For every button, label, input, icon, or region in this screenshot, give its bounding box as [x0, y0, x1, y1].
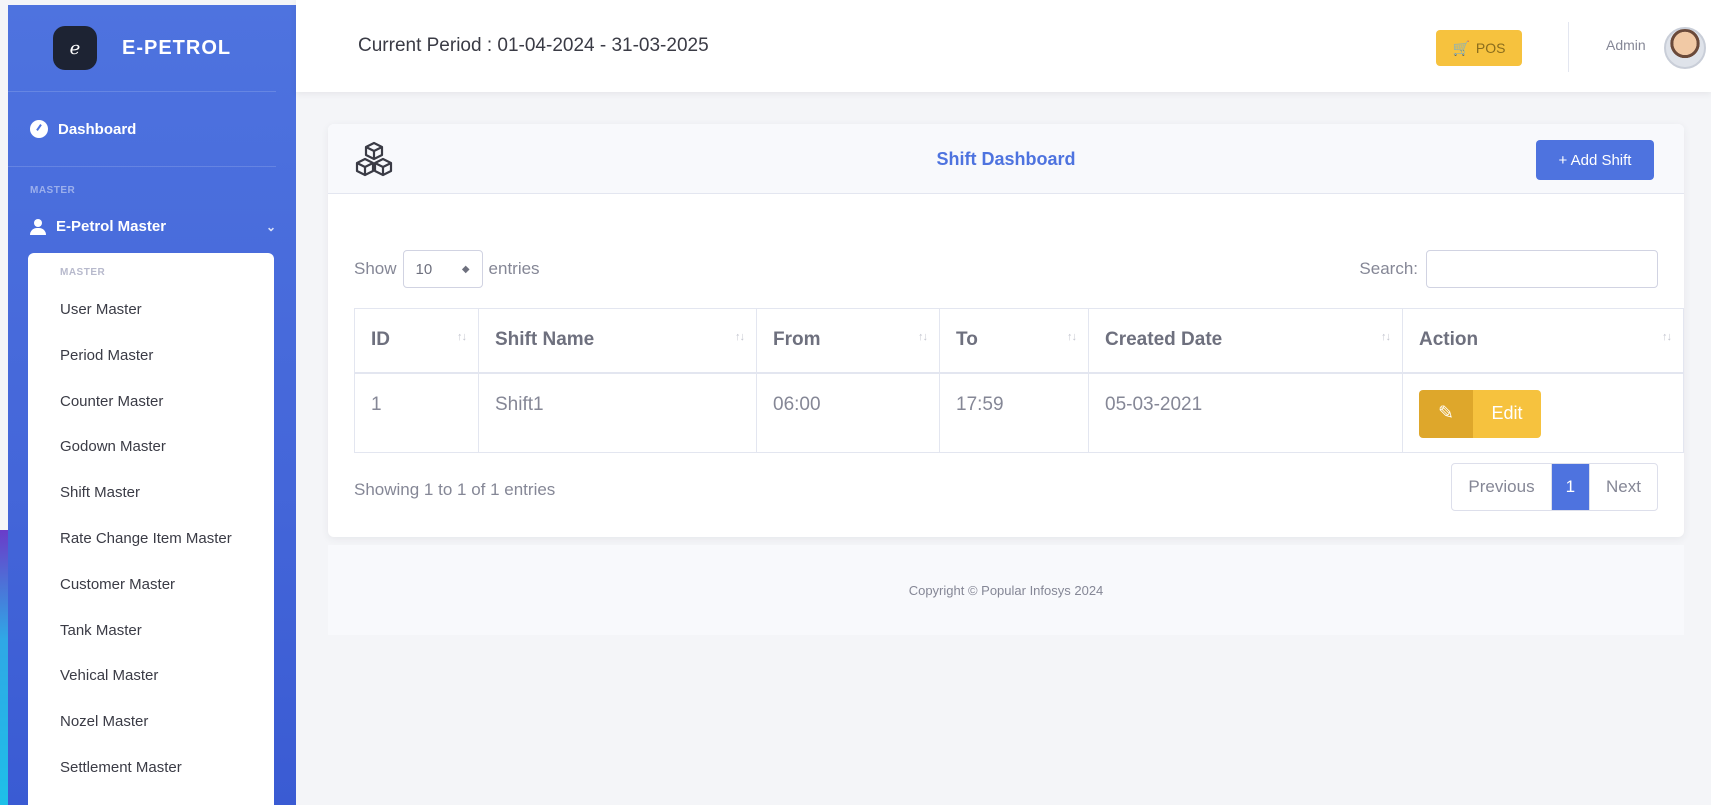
column-header-to[interactable]: To ↑↓	[939, 308, 1089, 374]
search-label: Search:	[1359, 259, 1418, 278]
submenu-item-nozel-master[interactable]: Nozel Master	[28, 699, 274, 745]
search-group: Search:	[1359, 250, 1658, 288]
sort-icon: ↑↓	[1067, 331, 1077, 343]
sidebar-item-dashboard[interactable]: Dashboard	[8, 92, 276, 167]
brand-name: E-PETROL	[122, 36, 232, 59]
show-label: Show	[354, 259, 397, 278]
table-controls: Show 10 ◆ entries Search:	[354, 250, 1658, 288]
entries-length-select[interactable]: 10 ◆	[402, 250, 483, 288]
brand[interactable]: e E-PETROL	[8, 5, 276, 92]
submenu-item-shift-master[interactable]: Shift Master	[28, 470, 274, 516]
brand-logo-icon: e	[53, 26, 97, 70]
edit-icon: ✎	[1419, 389, 1473, 438]
pos-button-label: POS	[1475, 40, 1506, 56]
select-arrows-icon: ◆	[461, 263, 470, 275]
edit-button-label: Edit	[1473, 389, 1541, 438]
user-name[interactable]: Admin	[1606, 37, 1646, 53]
sort-icon: ↑↓	[1662, 331, 1672, 343]
column-header-id[interactable]: ID ↑↓	[354, 308, 479, 374]
page-button-current[interactable]: 1	[1551, 464, 1590, 510]
submenu-item-user-master[interactable]: User Master	[28, 287, 274, 333]
user-icon	[30, 218, 46, 235]
entries-label: entries	[488, 259, 540, 278]
card-title: Shift Dashboard	[936, 149, 1076, 169]
cart-icon: 🛒	[1452, 39, 1470, 56]
avatar[interactable]	[1664, 27, 1706, 69]
sort-icon: ↑↓	[1381, 331, 1391, 343]
pagination: Previous 1 Next	[1451, 463, 1658, 511]
submenu-item-godown-master[interactable]: Godown Master	[28, 424, 274, 470]
column-header-shift-name[interactable]: Shift Name ↑↓	[478, 308, 757, 374]
previous-page-button[interactable]: Previous	[1452, 464, 1552, 510]
search-input[interactable]	[1426, 250, 1658, 288]
topbar-divider	[1568, 22, 1569, 72]
shift-table: ID ↑↓ Shift Name ↑↓ From ↑↓ To ↑↓ Created Da…	[354, 308, 1684, 453]
table-header-row: ID ↑↓ Shift Name ↑↓ From ↑↓ To ↑↓ Created Da…	[354, 308, 1684, 374]
edit-button[interactable]: ✎ Edit	[1419, 389, 1541, 438]
copyright-text: Copyright © Popular Infosys 2024	[908, 582, 1104, 598]
column-header-action[interactable]: Action ↑↓	[1402, 308, 1684, 374]
submenu-item-settlement-master[interactable]: Settlement Master	[28, 745, 274, 791]
table-info: Showing 1 to 1 of 1 entries	[354, 480, 556, 499]
submenu-heading: MASTER	[60, 267, 106, 278]
sidebar-section-heading: MASTER	[30, 185, 76, 196]
sidebar: e E-PETROL Dashboard MASTER E-Petrol Mas…	[8, 5, 296, 805]
tachometer-icon	[30, 120, 48, 138]
topbar: Current Period : 01-04-2024 - 31-03-2025…	[296, 0, 1711, 92]
sidebar-item-epetrol-master[interactable]: E-Petrol Master ⌄	[8, 196, 296, 235]
submenu-item-customer-master[interactable]: Customer Master	[28, 562, 274, 608]
edge-decoration	[0, 530, 8, 805]
shift-dashboard-card: Shift Dashboard + Add Shift Show 10 ◆ en…	[328, 124, 1684, 537]
sort-icon: ↑↓	[918, 331, 928, 343]
submenu-item-vehical-master[interactable]: Vehical Master	[28, 653, 274, 699]
cell-created-date: 05-03-2021	[1088, 372, 1403, 453]
add-shift-button[interactable]: + Add Shift	[1536, 140, 1654, 180]
master-submenu: MASTER User Master Period Master Counter…	[28, 253, 274, 805]
sort-icon: ↑↓	[735, 331, 745, 343]
cell-from: 06:00	[756, 372, 940, 453]
current-period-text: Current Period : 01-04-2024 - 31-03-2025	[358, 35, 709, 56]
card-header: Shift Dashboard + Add Shift	[328, 124, 1684, 194]
column-header-from[interactable]: From ↑↓	[756, 308, 940, 374]
pos-button[interactable]: 🛒 POS	[1436, 30, 1522, 66]
sort-icon: ↑↓	[457, 331, 467, 343]
chevron-down-icon: ⌄	[265, 219, 276, 234]
footer: Copyright © Popular Infosys 2024	[328, 545, 1684, 635]
column-header-created-date[interactable]: Created Date ↑↓	[1088, 308, 1403, 374]
submenu-item-rate-change-item-master[interactable]: Rate Change Item Master	[28, 516, 274, 562]
next-page-button[interactable]: Next	[1589, 464, 1657, 510]
entries-length-value: 10	[415, 260, 433, 278]
cell-to: 17:59	[939, 372, 1089, 453]
sidebar-item-label: E-Petrol Master	[56, 218, 167, 235]
submenu-item-period-master[interactable]: Period Master	[28, 333, 274, 379]
cell-id: 1	[354, 372, 479, 453]
table-row: 1 Shift1 06:00 17:59 05-03-2021 ✎ Edit	[354, 372, 1684, 453]
cell-shift-name: Shift1	[478, 372, 757, 453]
sidebar-item-label: Dashboard	[58, 120, 137, 138]
cell-action: ✎ Edit	[1402, 372, 1684, 453]
submenu-item-counter-master[interactable]: Counter Master	[28, 379, 274, 425]
submenu-item-tank-master[interactable]: Tank Master	[28, 608, 274, 654]
